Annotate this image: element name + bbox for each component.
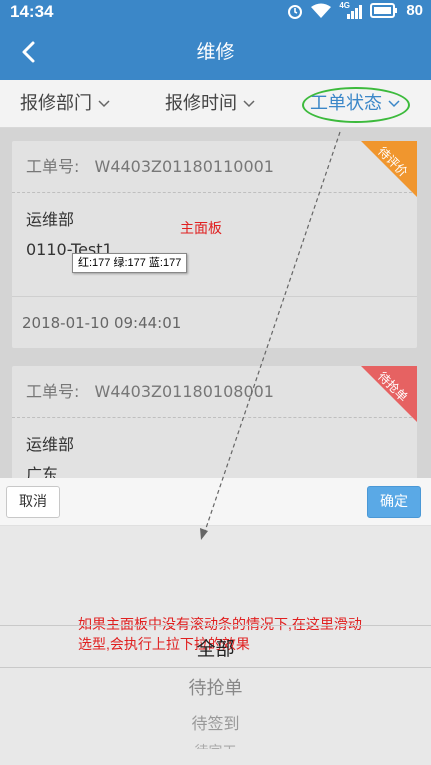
battery-icon — [370, 3, 398, 18]
picker-wheel[interactable]: 如果主面板中没有滚动条的情况下,在这里滑动选型,会执行上拉下拉的效果 全部 待抢… — [0, 526, 431, 765]
picker-option[interactable]: 待完工 — [0, 741, 431, 749]
status-badge: 待抢单 — [361, 366, 417, 422]
status-bar: 14:34 4G 80 — [0, 0, 431, 25]
order-number: W4403Z01180110001 — [94, 157, 274, 176]
wifi-icon — [311, 3, 332, 18]
selection-line-top — [0, 625, 431, 626]
picker-option[interactable]: 待抢单 — [0, 674, 431, 700]
chevron-down-icon — [243, 100, 255, 108]
filter-bar: 报修部门 报修时间 工单状态 — [0, 80, 431, 128]
battery-level: 80 — [406, 2, 423, 19]
card-header: 工单号: W4403Z01180108001 — [12, 366, 417, 418]
confirm-button[interactable]: 确定 — [367, 486, 421, 518]
status-time: 14:34 — [10, 2, 54, 21]
picker-toolbar: 取消 确定 — [0, 478, 431, 526]
order-label: 工单号: — [26, 382, 80, 401]
picker-option[interactable]: 全部 — [0, 634, 431, 661]
cancel-button[interactable]: 取消 — [6, 486, 60, 518]
filter-time-label: 报修时间 — [165, 93, 237, 114]
order-label: 工单号: — [26, 157, 80, 176]
nav-bar: 维修 — [0, 25, 431, 80]
highlight-oval — [302, 87, 410, 123]
work-order-card[interactable]: 工单号: W4403Z01180110001 运维部 0110-Test1 20… — [12, 141, 417, 348]
selection-line-bottom — [0, 667, 431, 668]
filter-department[interactable]: 报修部门 — [20, 80, 110, 128]
status-badge: 待评价 — [361, 141, 417, 197]
card-header: 工单号: W4403Z01180110001 — [12, 141, 417, 193]
alarm-icon — [288, 4, 303, 19]
color-tooltip: 红:177 绿:177 蓝:177 — [72, 253, 188, 273]
status-icons: 4G 80 — [287, 0, 423, 19]
filter-time[interactable]: 报修时间 — [165, 80, 255, 128]
card-body: 运维部 广东 — [12, 418, 417, 478]
work-order-list[interactable]: 工单号: W4403Z01180110001 运维部 0110-Test1 20… — [0, 128, 431, 478]
card-department: 运维部 — [26, 435, 75, 454]
picker-option[interactable]: 待签到 — [0, 710, 431, 734]
work-order-card[interactable]: 工单号: W4403Z01180108001 运维部 广东 待抢单 — [12, 366, 417, 478]
chevron-down-icon — [98, 100, 110, 108]
page-title: 维修 — [196, 41, 235, 63]
signal-icon: 4G — [339, 0, 363, 19]
network-type: 4G — [339, 0, 350, 10]
filter-department-label: 报修部门 — [20, 93, 92, 114]
status-picker: 取消 确定 如果主面板中没有滚动条的情况下,在这里滑动选型,会执行上拉下拉的效果… — [0, 478, 431, 765]
card-time: 2018-01-10 09:44:01 — [12, 296, 417, 348]
order-number: W4403Z01180108001 — [94, 382, 274, 401]
card-name: 广东 — [26, 465, 59, 478]
annotation-main-panel: 主面板 — [180, 220, 222, 236]
